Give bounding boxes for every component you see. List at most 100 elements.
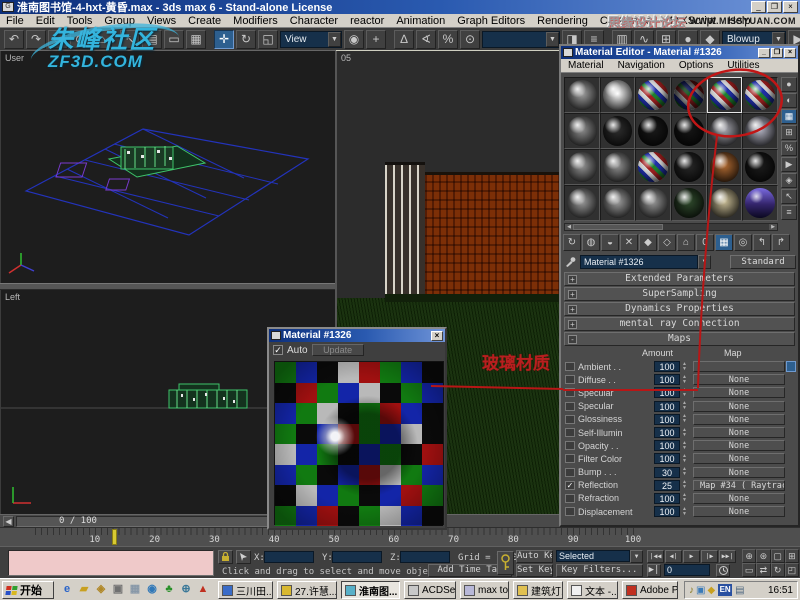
acdsee-icon[interactable]: ◈ bbox=[94, 582, 108, 597]
map-amount-spinner[interactable]: ▲▼ bbox=[680, 414, 689, 424]
me-minimize-button[interactable]: _ bbox=[758, 48, 770, 58]
time-slider-prev-arrow[interactable]: ◀ bbox=[3, 516, 14, 527]
reference-coordinate-dropdown-arrow[interactable]: ▼ bbox=[328, 32, 341, 47]
map-enable-checkbox[interactable] bbox=[565, 388, 575, 397]
background-icon[interactable]: ▦ bbox=[781, 109, 797, 124]
show-end-result-icon[interactable]: ◎ bbox=[734, 234, 752, 251]
ambient-diffuse-lock-toggle[interactable] bbox=[786, 361, 796, 372]
make-material-copy-icon[interactable]: ◆ bbox=[639, 234, 657, 251]
map-amount-spinner[interactable]: ▲▼ bbox=[680, 493, 689, 503]
material-sample-slot[interactable] bbox=[742, 77, 778, 113]
me-close-button[interactable]: × bbox=[784, 48, 796, 58]
map-enable-checkbox[interactable] bbox=[565, 507, 575, 516]
put-material-to-scene-icon[interactable]: ◍ bbox=[582, 234, 600, 251]
viewport-user-label[interactable]: User bbox=[5, 53, 24, 63]
menu-animation[interactable]: Animation bbox=[390, 14, 451, 28]
material-sample-slot[interactable] bbox=[742, 185, 778, 221]
material-sample-slot[interactable] bbox=[600, 149, 636, 185]
rollout-maps[interactable]: Maps- bbox=[564, 332, 795, 346]
menu-graph-editors[interactable]: Graph Editors bbox=[451, 14, 531, 28]
map-slot-button[interactable]: None bbox=[693, 493, 785, 504]
scheduler-icon[interactable]: ▤ bbox=[735, 585, 744, 596]
material-sample-slot[interactable] bbox=[671, 113, 707, 149]
video-color-check-icon[interactable]: % bbox=[781, 141, 797, 156]
me-menu-utilities[interactable]: Utilities bbox=[720, 60, 766, 71]
menu-modifiers[interactable]: Modifiers bbox=[227, 14, 284, 28]
map-enable-checkbox[interactable] bbox=[565, 454, 575, 463]
map-amount-spinner[interactable]: ▲▼ bbox=[680, 375, 689, 385]
sample-slots-scrollbar[interactable]: ◀ ▶ bbox=[564, 223, 778, 231]
map-amount-field[interactable]: 100 bbox=[654, 493, 680, 504]
select-and-manipulate-icon[interactable]: + bbox=[366, 30, 386, 49]
map-slot-button[interactable]: None bbox=[693, 387, 785, 398]
viewport-left-label[interactable]: Left bbox=[5, 292, 20, 302]
material-sample-slot[interactable] bbox=[564, 185, 600, 221]
y-coord-field[interactable] bbox=[332, 551, 382, 563]
map-amount-field[interactable]: 100 bbox=[654, 440, 680, 451]
min-max-toggle-icon[interactable]: ◰ bbox=[785, 563, 799, 577]
material-id-channel-icon[interactable]: 0 bbox=[696, 234, 714, 251]
map-slot-button[interactable]: None bbox=[693, 414, 785, 425]
material-sample-slot[interactable] bbox=[635, 185, 671, 221]
taskbar-task-button[interactable]: 三川田... bbox=[218, 581, 273, 599]
absolute-offset-mode-toggle[interactable] bbox=[236, 550, 251, 564]
menu-edit[interactable]: Edit bbox=[30, 14, 61, 28]
map-enable-checkbox[interactable] bbox=[565, 415, 575, 424]
map-amount-spinner[interactable]: ▲▼ bbox=[680, 428, 689, 438]
map-enable-checkbox[interactable] bbox=[565, 402, 575, 411]
show-map-in-viewport-icon[interactable]: ▦ bbox=[715, 234, 733, 251]
next-key-button[interactable]: ▶| bbox=[647, 564, 661, 577]
rollout-mental-ray-connection[interactable]: mental ray Connection+ bbox=[564, 317, 795, 331]
material-sample-slot[interactable] bbox=[671, 185, 707, 221]
current-frame-field[interactable]: 0 bbox=[664, 564, 710, 576]
go-to-start-button[interactable]: |◀◀ bbox=[647, 550, 664, 563]
track-bar-marker[interactable] bbox=[112, 529, 117, 545]
sample-uv-tiling-icon[interactable]: ⊞ bbox=[781, 125, 797, 140]
zoom-extents-all-icon[interactable]: ⊞ bbox=[785, 549, 799, 563]
map-slot-button[interactable]: Map #34 ( Raytrace ) bbox=[693, 480, 785, 491]
taskbar-task-button[interactable]: 27.许慧... bbox=[277, 581, 337, 599]
map-slot-button[interactable]: None bbox=[693, 374, 785, 385]
material-name-dropdown-arrow[interactable]: ▼ bbox=[698, 255, 711, 269]
close-button[interactable]: × bbox=[783, 1, 798, 13]
material-sample-slot[interactable] bbox=[671, 149, 707, 185]
acdsee-tray-icon[interactable]: ◆ bbox=[707, 585, 715, 596]
map-enable-checkbox[interactable] bbox=[565, 375, 575, 384]
pan-icon[interactable]: ⇄ bbox=[756, 563, 770, 577]
arc-rotate-icon[interactable]: ↻ bbox=[771, 563, 785, 577]
map-slot-button[interactable]: None bbox=[693, 427, 785, 438]
map-slot-button[interactable] bbox=[693, 361, 785, 372]
material-name-dropdown[interactable]: Material #1326▼ bbox=[580, 255, 698, 269]
rollout-dynamics-properties[interactable]: Dynamics Properties+ bbox=[564, 302, 795, 316]
map-amount-field[interactable]: 100 bbox=[654, 427, 680, 438]
select-and-scale-icon[interactable]: ◱ bbox=[258, 30, 278, 49]
auto-key-button[interactable]: Auto Key bbox=[516, 550, 553, 563]
material-sample-slot[interactable] bbox=[600, 77, 636, 113]
map-amount-field[interactable]: 100 bbox=[654, 361, 680, 372]
material-sample-slot[interactable] bbox=[671, 77, 707, 113]
maxscript-mini-listener[interactable] bbox=[8, 550, 214, 576]
volume-icon[interactable]: ♪ bbox=[689, 585, 694, 596]
update-button[interactable]: Update bbox=[312, 344, 364, 356]
pick-material-eyedropper-icon[interactable] bbox=[563, 255, 577, 269]
redo-icon[interactable]: ↷ bbox=[26, 30, 46, 49]
restore-button[interactable]: ❐ bbox=[767, 1, 782, 13]
unlink-selection-icon[interactable]: ⊘ bbox=[70, 30, 90, 49]
taskbar-task-button[interactable]: 淮南图... bbox=[341, 581, 400, 599]
material-sample-slot[interactable] bbox=[635, 77, 671, 113]
rollout-supersampling[interactable]: SuperSampling+ bbox=[564, 287, 795, 301]
material-type-button[interactable]: Standard bbox=[730, 255, 796, 269]
menu-group[interactable]: Group bbox=[98, 14, 141, 28]
language-indicator[interactable]: EN bbox=[718, 584, 732, 596]
go-to-end-button[interactable]: ▶▶| bbox=[719, 550, 736, 563]
preview-title-bar[interactable]: Material #1326 × bbox=[269, 329, 445, 342]
material-sample-slot[interactable] bbox=[635, 113, 671, 149]
set-key-toggle[interactable] bbox=[497, 551, 514, 575]
angle-snap-icon[interactable]: ∢ bbox=[416, 30, 436, 49]
map-amount-field[interactable]: 25 bbox=[654, 480, 680, 491]
map-enable-checkbox[interactable] bbox=[565, 362, 575, 371]
map-amount-spinner[interactable]: ▲▼ bbox=[680, 454, 689, 464]
zoom-extents-icon[interactable]: ▢ bbox=[771, 549, 785, 563]
rectangular-selection-region-icon[interactable]: ▭ bbox=[164, 30, 184, 49]
scroll-right-arrow[interactable]: ▶ bbox=[769, 224, 777, 230]
